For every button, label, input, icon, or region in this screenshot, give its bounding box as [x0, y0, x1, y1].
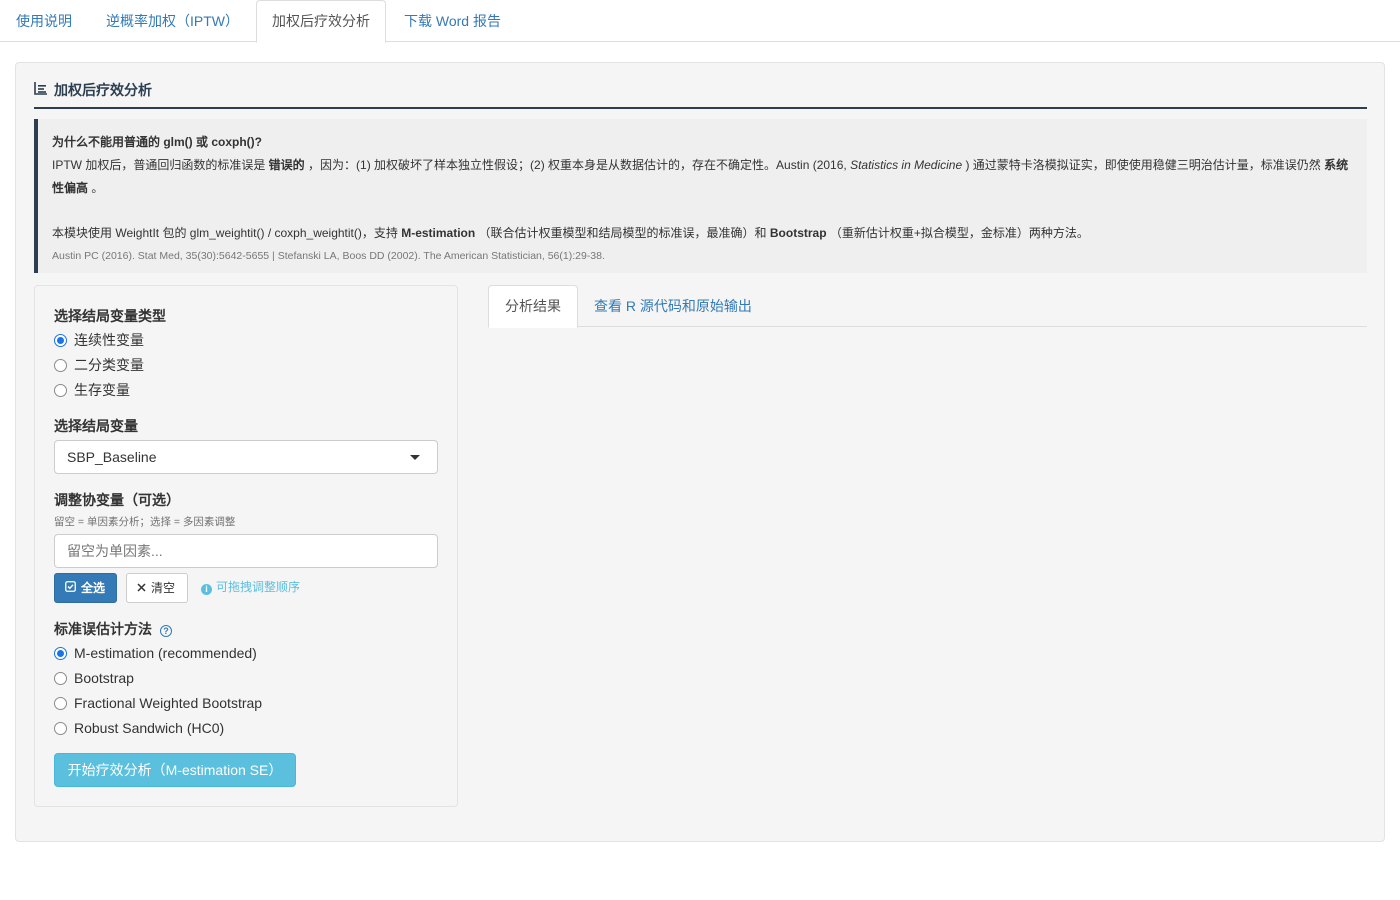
callout-question: 为什么不能用普通的 glm() 或 coxph()? [52, 135, 262, 149]
result-content-area [488, 327, 1367, 807]
tab-iptw[interactable]: 逆概率加权（IPTW） [91, 0, 254, 42]
close-icon [137, 574, 146, 602]
callout-method-note: 本模块使用 WeightIt 包的 glm_weightit() / coxph… [52, 226, 1089, 240]
radio-se-fwb[interactable]: Fractional Weighted Bootstrap [54, 693, 262, 713]
help-icon[interactable]: ? [160, 625, 172, 637]
info-callout: 为什么不能用普通的 glm() 或 coxph()? IPTW 加权后，普通回归… [34, 119, 1367, 273]
se-method-label: 标准误估计方法? [54, 620, 172, 638]
radio-se-bootstrap[interactable]: Bootstrap [54, 668, 134, 688]
clear-button[interactable]: 清空 [126, 573, 188, 603]
radio-outcome-continuous[interactable]: 连续性变量 [54, 330, 144, 350]
section-header: 加权后疗效分析 [34, 79, 1367, 109]
radio-icon[interactable] [54, 722, 67, 735]
caret-down-icon [410, 455, 420, 460]
checkbox-icon [65, 574, 76, 602]
radio-icon[interactable] [54, 672, 67, 685]
top-tab-bar: 使用说明 逆概率加权（IPTW） 加权后疗效分析 下载 Word 报告 [0, 0, 1400, 43]
section-title: 加权后疗效分析 [54, 82, 152, 98]
radio-se-mestimation[interactable]: M-estimation (recommended) [54, 643, 257, 663]
radio-se-hc0[interactable]: Robust Sandwich (HC0) [54, 718, 224, 738]
run-analysis-button[interactable]: 开始疗效分析（M-estimation SE） [54, 753, 296, 787]
radio-outcome-binary[interactable]: 二分类变量 [54, 355, 144, 375]
outcome-type-label: 选择结局变量类型 [54, 308, 166, 324]
outcome-var-select[interactable]: SBP_Baseline [54, 440, 438, 474]
callout-explanation: IPTW 加权后，普通回归函数的标准误是 错误的 ，因为：(1) 加权破坏了样本… [52, 158, 1349, 195]
info-icon: i [201, 584, 212, 595]
covariates-input[interactable]: 留空为单因素... [54, 534, 438, 568]
analysis-options-panel: 选择结局变量类型 连续性变量 二分类变量 生存变量 选择结局变量 SBP_Bas… [34, 285, 458, 807]
list-chart-icon [34, 82, 48, 98]
tab-weighted-analysis[interactable]: 加权后疗效分析 [256, 0, 386, 43]
select-all-button[interactable]: 全选 [54, 573, 117, 603]
tab-instructions[interactable]: 使用说明 [1, 0, 87, 42]
radio-checked-icon[interactable] [54, 647, 67, 660]
radio-icon[interactable] [54, 384, 67, 397]
radio-outcome-survival[interactable]: 生存变量 [54, 380, 130, 400]
radio-checked-icon[interactable] [54, 334, 67, 347]
covariates-label: 调整协变量（可选） [54, 492, 180, 508]
result-tab-bar: 分析结果 查看 R 源代码和原始输出 [488, 285, 1367, 328]
radio-icon[interactable] [54, 359, 67, 372]
main-panel: 加权后疗效分析 为什么不能用普通的 glm() 或 coxph()? IPTW … [15, 62, 1385, 842]
tab-download-report[interactable]: 下载 Word 报告 [389, 0, 516, 42]
drag-hint: i 可拖拽调整顺序 [201, 579, 300, 595]
callout-reference: Austin PC (2016). Stat Med, 35(30):5642-… [52, 250, 605, 262]
tab-analysis-results[interactable]: 分析结果 [488, 285, 578, 328]
radio-icon[interactable] [54, 697, 67, 710]
covariates-help: 留空 = 单因素分析；选择 = 多因素调整 [54, 516, 236, 528]
outcome-var-label: 选择结局变量 [54, 418, 138, 434]
tab-r-source-code[interactable]: 查看 R 源代码和原始输出 [578, 285, 768, 327]
